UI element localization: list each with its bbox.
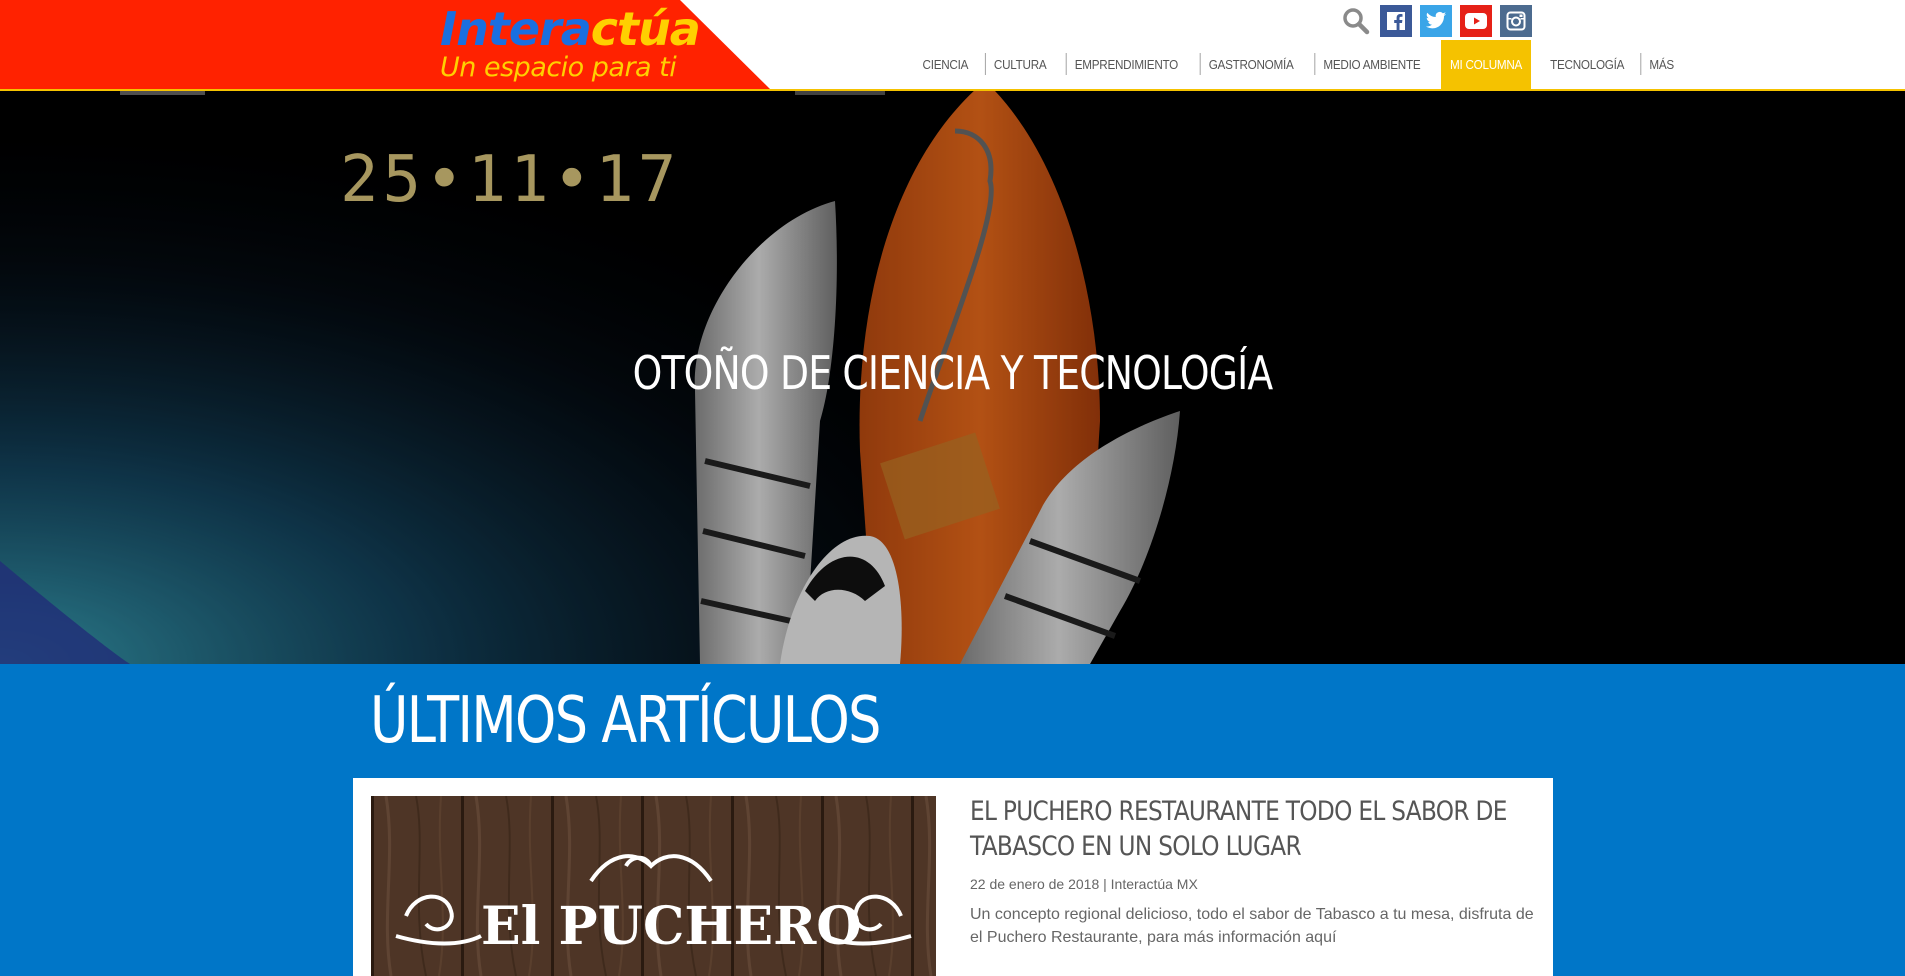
nav-item-mi-columna[interactable]: MI COLUMNA bbox=[1440, 40, 1531, 89]
site-header: Interactúa Un espacio para ti CIENCIA CU… bbox=[0, 0, 1905, 91]
logo-word-part1: Intera bbox=[440, 2, 592, 56]
youtube-icon[interactable] bbox=[1460, 5, 1492, 37]
nav-item-cultura[interactable]: CULTURA bbox=[984, 40, 1056, 89]
article-image-text: El PUCHERO bbox=[481, 896, 862, 957]
nav-item-tecnologia[interactable]: TECNOLOGÍA bbox=[1541, 40, 1633, 89]
nav-item-gastronomia[interactable]: GASTRONOMÍA bbox=[1199, 40, 1302, 89]
logo-tagline: Un espacio para ti bbox=[440, 52, 677, 83]
social-bar bbox=[1340, 5, 1532, 37]
twitter-icon[interactable] bbox=[1420, 5, 1452, 37]
instagram-icon[interactable] bbox=[1500, 5, 1532, 37]
article-meta: 22 de enero de 2018 | Interactúa MX bbox=[970, 876, 1198, 892]
facebook-icon[interactable] bbox=[1380, 5, 1412, 37]
nav-item-ciencia[interactable]: CIENCIA bbox=[914, 40, 978, 89]
hero-banner[interactable]: 25•11•17 OTOÑO DE CIENCIA Y TECNOLOGÍA bbox=[0, 91, 1905, 664]
main-nav: CIENCIA CULTURA EMPRENDIMIENTO GASTRONOM… bbox=[910, 40, 1685, 89]
logo-wordmark: Interactúa bbox=[440, 2, 701, 56]
nav-item-medio-ambiente[interactable]: MEDIO AMBIENTE bbox=[1314, 40, 1429, 89]
article-excerpt: Un concepto regional delicioso, todo el … bbox=[970, 906, 1534, 946]
hero-title[interactable]: OTOÑO DE CIENCIA Y TECNOLOGÍA bbox=[171, 346, 1733, 400]
site-logo[interactable]: Interactúa Un espacio para ti bbox=[440, 2, 701, 84]
article-card[interactable]: El PUCHERO EL PUCHERO RESTAURANTE TODO E… bbox=[353, 778, 1553, 976]
search-icon[interactable] bbox=[1340, 5, 1372, 37]
logo-word-part2: ctúa bbox=[590, 2, 701, 56]
article-title[interactable]: EL PUCHERO RESTAURANTE TODO EL SABOR DE … bbox=[970, 794, 1540, 864]
latest-articles-heading: ÚLTIMOS ARTÍCULOS bbox=[370, 684, 881, 758]
nav-item-emprendimiento[interactable]: EMPRENDIMIENTO bbox=[1065, 40, 1187, 89]
article-image[interactable]: El PUCHERO bbox=[371, 796, 936, 976]
nav-item-mas[interactable]: MÁS bbox=[1640, 40, 1683, 89]
el-puchero-logo-image: El PUCHERO bbox=[371, 796, 936, 976]
